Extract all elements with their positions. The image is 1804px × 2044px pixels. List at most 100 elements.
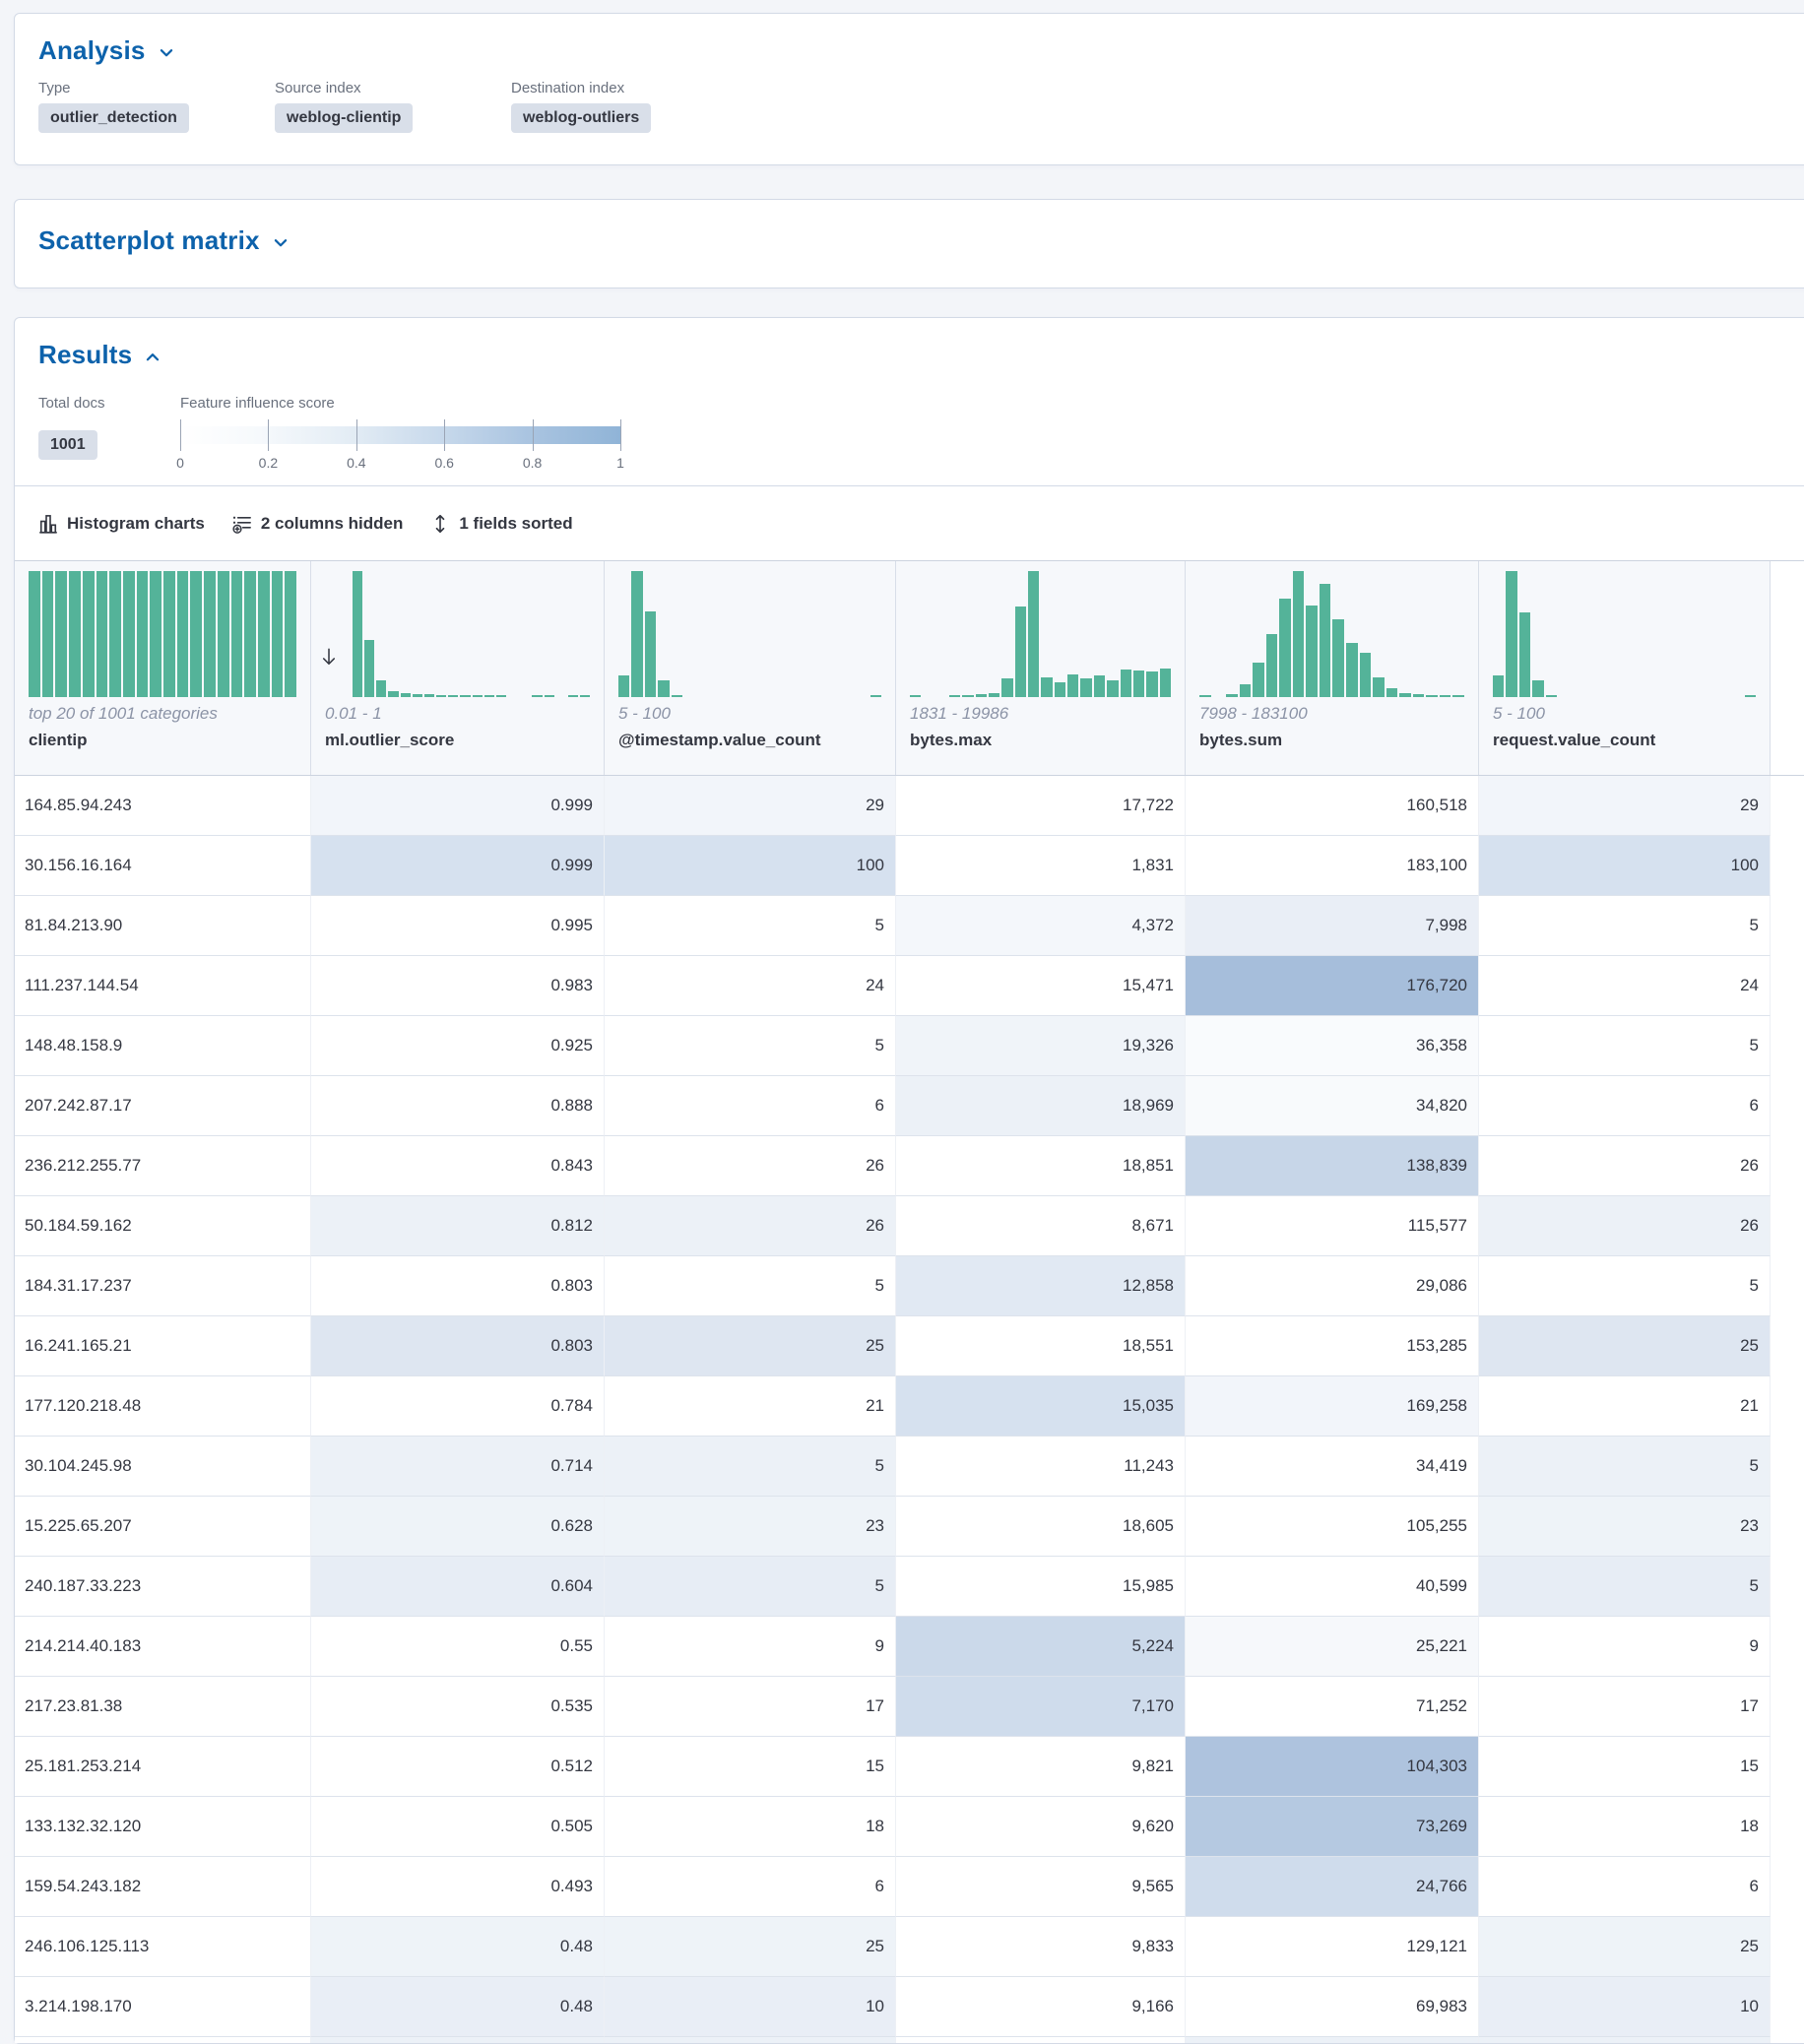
grid-cell-clientip[interactable]: 30.156.16.164 [15, 836, 311, 896]
grid-cell-request-value-count[interactable]: 23 [1479, 1497, 1771, 1557]
grid-cell-timestamp-value-count[interactable]: 9 [605, 1617, 896, 1677]
grid-cell-ml-outlier-score[interactable]: 0.604 [311, 1557, 605, 1617]
grid-cell-ml-outlier-score[interactable]: 0.925 [311, 1016, 605, 1076]
analysis-panel-header[interactable]: Analysis [38, 35, 1789, 66]
grid-cell-ml-outlier-score[interactable]: 0.628 [311, 1497, 605, 1557]
grid-cell-request-value-count[interactable]: 10 [1479, 1977, 1771, 2037]
grid-cell-request-value-count[interactable]: 25 [1479, 1316, 1771, 1376]
columns-hidden-button[interactable]: 2 columns hidden [232, 514, 404, 534]
grid-cell-bytes-max[interactable]: 18,851 [896, 1136, 1186, 1196]
grid-cell-clientip[interactable]: 111.237.144.54 [15, 956, 311, 1016]
grid-cell-bytes-sum[interactable]: 73,269 [1186, 1797, 1479, 1857]
grid-cell-ml-outlier-score[interactable]: 0.48 [311, 1917, 605, 1977]
grid-cell-bytes-max[interactable]: 12,858 [896, 1256, 1186, 1316]
grid-cell-clientip[interactable]: 133.132.32.120 [15, 1797, 311, 1857]
grid-cell-bytes-max[interactable]: 5,224 [896, 1617, 1186, 1677]
grid-cell-timestamp-value-count[interactable]: 25 [605, 1316, 896, 1376]
grid-cell-timestamp-value-count[interactable]: 23 [605, 1497, 896, 1557]
grid-cell-bytes-max[interactable]: 18,605 [896, 1497, 1186, 1557]
grid-cell-timestamp-value-count[interactable]: 26 [605, 1196, 896, 1256]
grid-cell-bytes-sum[interactable]: 36,358 [1186, 1016, 1479, 1076]
grid-cell-clientip[interactable]: 50.184.59.162 [15, 1196, 311, 1256]
results-panel-header[interactable]: Results [38, 340, 161, 370]
column-header-clientip[interactable]: top 20 of 1001 categoriesclientip [15, 561, 311, 775]
grid-cell-timestamp-value-count[interactable]: 6 [605, 1857, 896, 1917]
grid-cell-clientip[interactable]: 164.85.94.243 [15, 776, 311, 836]
grid-cell-timestamp-value-count[interactable]: 5 [605, 1437, 896, 1497]
grid-cell-bytes-sum[interactable]: 29,086 [1186, 1256, 1479, 1316]
grid-cell-ml-outlier-score[interactable]: 0.983 [311, 956, 605, 1016]
grid-cell-bytes-sum[interactable]: 7,998 [1186, 896, 1479, 956]
grid-cell-bytes-sum[interactable]: 160,518 [1186, 776, 1479, 836]
grid-cell-clientip[interactable]: 159.54.243.182 [15, 1857, 311, 1917]
grid-cell-request-value-count[interactable]: 100 [1479, 836, 1771, 896]
scatterplot-panel-header[interactable]: Scatterplot matrix [38, 225, 1789, 256]
grid-cell-request-value-count[interactable]: 6 [1479, 1076, 1771, 1136]
grid-cell-bytes-sum[interactable]: 24,766 [1186, 1857, 1479, 1917]
grid-cell-bytes-max[interactable]: 15,985 [896, 1557, 1186, 1617]
grid-cell-ml-outlier-score[interactable]: 0.55 [311, 1617, 605, 1677]
grid-cell-bytes-max[interactable]: 15,035 [896, 1376, 1186, 1437]
grid-cell-clientip[interactable]: 16.241.165.21 [15, 1316, 311, 1376]
grid-cell-request-value-count[interactable]: 26 [1479, 1196, 1771, 1256]
grid-cell-request-value-count[interactable]: 26 [1479, 1136, 1771, 1196]
grid-cell-bytes-max[interactable]: 8,671 [896, 1196, 1186, 1256]
grid-cell-clientip[interactable]: 184.31.17.237 [15, 1256, 311, 1316]
grid-cell-bytes-max[interactable]: 9,821 [896, 1737, 1186, 1797]
grid-cell-request-value-count[interactable]: 15 [1479, 1737, 1771, 1797]
grid-cell-bytes-sum[interactable]: 129,121 [1186, 1917, 1479, 1977]
grid-cell-bytes-max[interactable]: 19,326 [896, 1016, 1186, 1076]
grid-cell-bytes-sum[interactable]: 69,983 [1186, 1977, 1479, 2037]
grid-cell-bytes-max[interactable]: 18,551 [896, 1316, 1186, 1376]
grid-cell-ml-outlier-score[interactable]: 0.48 [311, 1977, 605, 2037]
column-header-request-value-count[interactable]: 5 - 100request.value_count [1479, 561, 1771, 775]
grid-cell-request-value-count[interactable] [1479, 2037, 1771, 2043]
grid-cell-bytes-max[interactable]: 9,833 [896, 1917, 1186, 1977]
grid-cell-ml-outlier-score[interactable]: 0.812 [311, 1196, 605, 1256]
grid-cell-bytes-sum[interactable]: 138,839 [1186, 1136, 1479, 1196]
grid-cell-ml-outlier-score[interactable]: 0.843 [311, 1136, 605, 1196]
grid-cell-clientip[interactable]: 15.225.65.207 [15, 1497, 311, 1557]
grid-cell-timestamp-value-count[interactable]: 100 [605, 836, 896, 896]
histogram-charts-button[interactable]: Histogram charts [38, 514, 205, 534]
grid-cell-ml-outlier-score[interactable]: 0.999 [311, 836, 605, 896]
grid-cell-timestamp-value-count[interactable]: 5 [605, 896, 896, 956]
fields-sorted-button[interactable]: 1 fields sorted [430, 514, 572, 534]
column-header-timestamp-value-count[interactable]: 5 - 100@timestamp.value_count [605, 561, 896, 775]
grid-cell-ml-outlier-score[interactable]: 0.888 [311, 1076, 605, 1136]
grid-cell-bytes-sum[interactable] [1186, 2037, 1479, 2043]
grid-cell-request-value-count[interactable]: 29 [1479, 776, 1771, 836]
grid-cell-clientip[interactable]: 25.181.253.214 [15, 1737, 311, 1797]
grid-cell-request-value-count[interactable]: 21 [1479, 1376, 1771, 1437]
grid-cell-timestamp-value-count[interactable]: 10 [605, 1977, 896, 2037]
grid-cell-timestamp-value-count[interactable]: 25 [605, 1917, 896, 1977]
grid-cell-bytes-sum[interactable]: 71,252 [1186, 1677, 1479, 1737]
grid-cell-timestamp-value-count[interactable]: 15 [605, 1737, 896, 1797]
grid-cell-bytes-sum[interactable]: 34,820 [1186, 1076, 1479, 1136]
grid-cell-bytes-max[interactable]: 7,170 [896, 1677, 1186, 1737]
grid-cell-bytes-sum[interactable]: 176,720 [1186, 956, 1479, 1016]
grid-cell-bytes-max[interactable]: 17,722 [896, 776, 1186, 836]
grid-cell-ml-outlier-score[interactable]: 0.512 [311, 1737, 605, 1797]
grid-cell-request-value-count[interactable]: 25 [1479, 1917, 1771, 1977]
grid-cell-clientip[interactable]: 3.214.198.170 [15, 1977, 311, 2037]
grid-cell-clientip[interactable]: 81.84.213.90 [15, 896, 311, 956]
grid-cell-timestamp-value-count[interactable]: 26 [605, 1136, 896, 1196]
grid-cell-bytes-sum[interactable]: 34,419 [1186, 1437, 1479, 1497]
grid-cell-bytes-sum[interactable]: 183,100 [1186, 836, 1479, 896]
grid-cell-bytes-max[interactable]: 9,565 [896, 1857, 1186, 1917]
grid-cell-ml-outlier-score[interactable]: 0.995 [311, 896, 605, 956]
grid-cell-request-value-count[interactable]: 18 [1479, 1797, 1771, 1857]
grid-cell-ml-outlier-score[interactable]: 0.505 [311, 1797, 605, 1857]
grid-cell-timestamp-value-count[interactable]: 29 [605, 776, 896, 836]
grid-cell-request-value-count[interactable]: 5 [1479, 1256, 1771, 1316]
grid-cell-clientip[interactable]: 236.212.255.77 [15, 1136, 311, 1196]
grid-cell-request-value-count[interactable]: 24 [1479, 956, 1771, 1016]
column-header-bytes-sum[interactable]: 7998 - 183100bytes.sum [1186, 561, 1479, 775]
grid-cell-clientip[interactable]: 30.104.245.98 [15, 1437, 311, 1497]
grid-cell-bytes-sum[interactable]: 169,258 [1186, 1376, 1479, 1437]
grid-cell-bytes-sum[interactable]: 153,285 [1186, 1316, 1479, 1376]
grid-cell-clientip[interactable]: 148.48.158.9 [15, 1016, 311, 1076]
grid-cell-request-value-count[interactable]: 6 [1479, 1857, 1771, 1917]
grid-cell-bytes-sum[interactable]: 104,303 [1186, 1737, 1479, 1797]
